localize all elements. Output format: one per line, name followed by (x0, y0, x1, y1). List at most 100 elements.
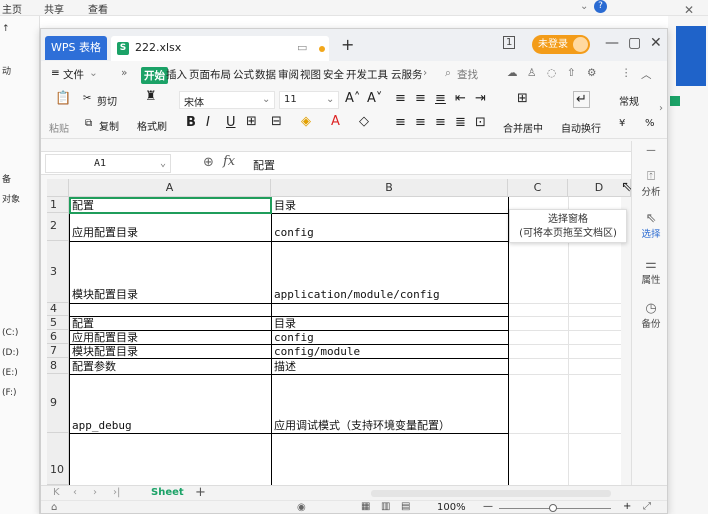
zoom-slider-handle[interactable] (549, 504, 557, 512)
last-sheet-icon[interactable]: ›| (113, 487, 120, 498)
settings-icon[interactable]: ⚙ (587, 67, 596, 79)
copy-label[interactable]: 复制 (99, 118, 119, 133)
cell-a5[interactable]: 配置 (70, 317, 94, 330)
name-box[interactable]: A1 ⌄ (45, 154, 171, 173)
tab-file[interactable]: S 222.xlsx ▭ (111, 36, 329, 61)
first-sheet-icon[interactable]: K (53, 487, 60, 498)
login-button[interactable]: 未登录 (532, 35, 590, 54)
bg-nav-item[interactable]: 备 (2, 172, 11, 185)
sidebar-item-properties[interactable]: ⚌ 属性 (634, 257, 667, 286)
cell-a6[interactable]: 应用配置目录 (70, 331, 138, 344)
menu-scroll-right-icon[interactable]: › (423, 67, 427, 79)
bg-drive-e[interactable]: (E:) (2, 368, 18, 378)
menu-file[interactable]: 文件 (63, 67, 84, 82)
search-icon[interactable]: ⌕ (445, 67, 451, 80)
bold-icon[interactable]: B (186, 115, 196, 130)
cell-b8[interactable]: 描述 (272, 360, 296, 373)
align-center-icon[interactable]: ≡ (415, 115, 426, 130)
column-header-b[interactable]: B (271, 179, 508, 197)
column-header-c[interactable]: C (508, 179, 568, 197)
menu-cloud[interactable]: 云服务 (391, 67, 423, 82)
bg-nav-item[interactable]: 对象 (2, 192, 20, 205)
row-header[interactable]: 2 (47, 213, 69, 241)
bg-menu-view[interactable]: 查看 (88, 1, 108, 16)
more-options-icon[interactable]: ⋮ (621, 67, 632, 79)
prev-sheet-icon[interactable]: ‹ (73, 487, 77, 498)
row-header[interactable]: 8 (47, 358, 69, 374)
close-button[interactable]: ✕ (650, 35, 662, 51)
cell-a1[interactable]: 配置 (70, 199, 94, 212)
copy-icon[interactable]: ⧉ (85, 118, 92, 129)
align-bottom-icon[interactable]: ≡ (435, 91, 446, 106)
percent-icon[interactable]: % (645, 118, 655, 129)
align-right-icon[interactable]: ≡ (435, 115, 446, 130)
comment-icon[interactable]: ◌ (547, 67, 556, 79)
scissors-icon[interactable]: ✂ (83, 93, 91, 104)
horizontal-scrollbar[interactable] (371, 490, 611, 497)
shrink-font-icon[interactable]: A˅ (367, 91, 382, 106)
cell-b7[interactable]: config/module (272, 345, 360, 358)
row-header[interactable]: 9 (47, 374, 69, 433)
cell-b2[interactable]: config (272, 226, 314, 239)
bg-nav-item[interactable]: 动 (2, 64, 11, 77)
cell-b6[interactable]: config (272, 331, 314, 344)
add-sheet-button[interactable]: + (195, 485, 206, 500)
hamburger-icon[interactable]: ≡ (51, 67, 60, 79)
fill-style-icon[interactable]: ⊟ (271, 114, 282, 129)
menu-developer[interactable]: 开发工具 (346, 67, 388, 82)
menu-page-layout[interactable]: 页面布局 (189, 67, 231, 82)
column-header-a[interactable]: A (69, 179, 271, 197)
menu-more[interactable]: » (121, 67, 127, 79)
row-header[interactable]: 3 (47, 241, 69, 303)
menu-review[interactable]: 审阅 (278, 67, 299, 82)
fx-icon[interactable]: fx (223, 154, 235, 169)
cell-b5[interactable]: 目录 (272, 317, 296, 330)
sheet-tab[interactable]: Sheet (151, 487, 184, 498)
row-header[interactable]: 10 (47, 433, 69, 485)
cell-b1[interactable]: 目录 (272, 199, 296, 212)
align-left-icon[interactable]: ≡ (395, 115, 406, 130)
wrap-label[interactable]: 自动换行 (561, 120, 601, 135)
screen-icon[interactable]: ▭ (297, 41, 307, 54)
status-icon[interactable]: ⌂ (51, 502, 57, 513)
page-break-view-icon[interactable]: ▤ (401, 501, 410, 512)
align-top-icon[interactable]: ≡ (395, 91, 406, 106)
menu-chevron-icon[interactable]: ⌄ (89, 67, 98, 79)
distribute-icon[interactable]: ⊡ (475, 115, 486, 130)
indent-increase-icon[interactable]: ⇥ (475, 91, 486, 106)
fill-color-icon[interactable]: ◈ (301, 114, 311, 129)
font-select[interactable]: 宋体 ⌄ (179, 91, 275, 109)
menu-insert[interactable]: 插入 (166, 67, 187, 82)
format-painter-icon[interactable]: ♜ (145, 89, 157, 104)
row-header[interactable]: 7 (47, 344, 69, 358)
maximize-button[interactable]: ▢ (628, 35, 641, 51)
help-icon[interactable]: ? (594, 0, 607, 13)
tab-wps-spreadsheet[interactable]: WPS 表格 (45, 36, 107, 60)
number-format[interactable]: 常规 (619, 93, 639, 108)
row-header[interactable]: 1 (47, 197, 69, 213)
merge-label[interactable]: 合并居中 (503, 120, 543, 135)
eye-icon[interactable]: ◉ (297, 502, 306, 513)
next-sheet-icon[interactable]: › (93, 487, 97, 498)
menu-search[interactable]: 查找 (457, 67, 478, 82)
bg-back-icon[interactable]: ↑ (2, 24, 10, 34)
clear-icon[interactable]: ◇ (359, 114, 369, 129)
cloud-icon[interactable]: ☁ (507, 67, 518, 79)
menu-formula[interactable]: 公式 (233, 67, 254, 82)
page-badge[interactable]: 1 (503, 36, 516, 49)
menu-home[interactable]: 开始 (141, 67, 168, 84)
zoom-in-icon[interactable]: + (623, 501, 631, 512)
justify-icon[interactable]: ≣ (455, 115, 466, 130)
bg-menu-home[interactable]: 主页 (2, 1, 22, 16)
cut-label[interactable]: 剪切 (97, 93, 117, 108)
wrap-icon[interactable]: ↵ (573, 91, 590, 108)
paste-label[interactable]: 粘贴 (49, 120, 69, 135)
align-middle-icon[interactable]: ≡ (415, 91, 426, 106)
sidebar-item-analysis[interactable]: ⍐ 分析 (634, 169, 667, 198)
bg-drive-d[interactable]: (D:) (2, 348, 19, 358)
zoom-level[interactable]: 100% (437, 502, 466, 513)
normal-view-icon[interactable]: ▦ (361, 501, 370, 512)
formula-value[interactable]: 配置 (253, 157, 275, 173)
sidebar-item-backup[interactable]: ◷ 备份 (634, 301, 667, 330)
row-header[interactable]: 4 (47, 303, 69, 316)
